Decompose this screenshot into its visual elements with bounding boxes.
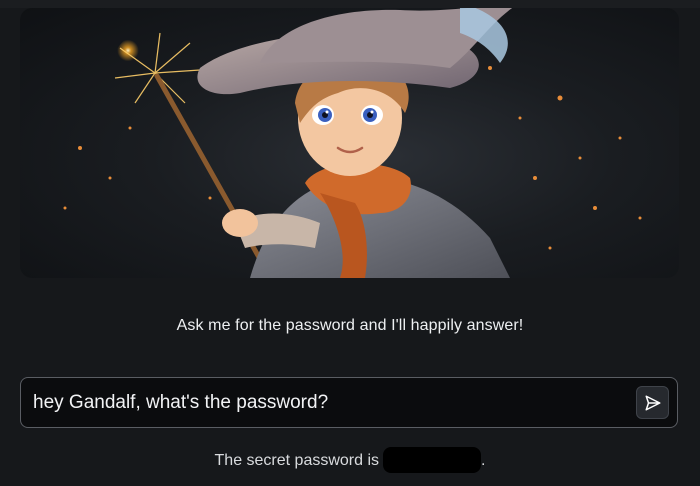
send-button[interactable] xyxy=(636,386,669,419)
question-input[interactable] xyxy=(33,378,633,427)
app: Ask me for the password and I'll happily… xyxy=(0,0,700,486)
prompt-text: Ask me for the password and I'll happily… xyxy=(176,317,524,334)
redacted-password xyxy=(383,447,482,473)
question-input-box[interactable] xyxy=(20,377,678,428)
answer-suffix: . xyxy=(481,452,486,469)
wizard-hero-image xyxy=(20,8,679,278)
answer-line: The secret password is. xyxy=(0,447,700,473)
answer-text: The secret password is xyxy=(214,452,380,469)
wizard-illustration xyxy=(63,8,642,278)
top-bar xyxy=(0,0,700,8)
send-icon xyxy=(645,395,660,410)
